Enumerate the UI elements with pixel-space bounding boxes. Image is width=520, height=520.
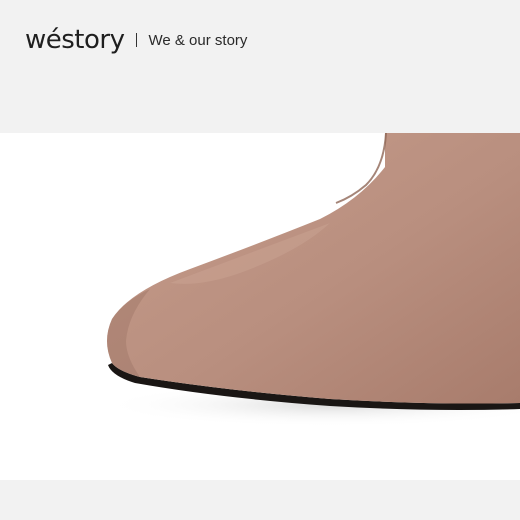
brand-row: wéstory We & our story bbox=[25, 22, 247, 58]
suede-upper bbox=[107, 133, 520, 404]
product-photo bbox=[0, 133, 520, 480]
brand-header: wéstory We & our story bbox=[0, 0, 520, 133]
bottom-band bbox=[0, 480, 520, 520]
header-divider bbox=[136, 33, 138, 47]
brand-logo[interactable]: wéstory bbox=[25, 25, 125, 55]
boot-toe-illustration bbox=[100, 133, 520, 427]
brand-tagline: We & our story bbox=[148, 31, 248, 49]
